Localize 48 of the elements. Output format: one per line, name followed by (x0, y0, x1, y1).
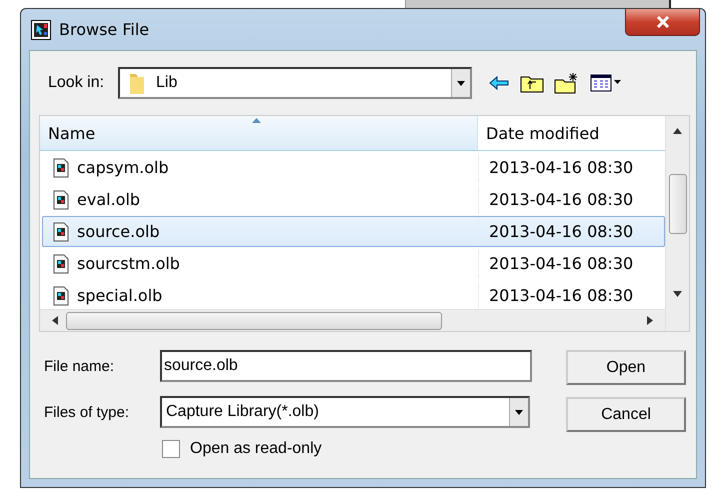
file-type-dropdown[interactable]: Capture Library(*.olb) (160, 396, 530, 428)
vertical-scrollbar[interactable] (665, 116, 689, 331)
scroll-left-icon[interactable] (52, 316, 58, 325)
file-row[interactable]: sourcstm.olb 2013-04-16 08:30 (42, 248, 665, 279)
new-folder-icon[interactable] (554, 72, 580, 94)
file-icon (53, 158, 69, 178)
file-name-label: File name: (44, 358, 116, 374)
file-type-label: Files of type: (44, 404, 130, 420)
date-modified: 2013-04-16 08:30 (489, 222, 634, 241)
file-name: eval.olb (77, 190, 140, 209)
file-icon (53, 254, 69, 274)
file-row[interactable]: eval.olb 2013-04-16 08:30 (42, 184, 665, 215)
close-button[interactable] (625, 9, 700, 36)
dialog-button[interactable]: Cancel (566, 397, 686, 432)
scroll-right-icon[interactable] (647, 316, 653, 325)
view-menu-icon[interactable] (590, 73, 622, 93)
file-row[interactable]: capsym.olb 2013-04-16 08:30 (42, 152, 665, 183)
column-header[interactable]: Name (40, 116, 478, 150)
file-name: source.olb (77, 222, 160, 241)
scroll-thumb[interactable] (66, 312, 442, 330)
sort-arrow-icon (252, 118, 261, 123)
file-icon (53, 222, 69, 242)
scroll-down-icon[interactable] (673, 291, 682, 297)
column-header[interactable]: Date modified (478, 116, 665, 150)
app-icon (31, 20, 51, 40)
file-name: sourcstm.olb (77, 254, 180, 273)
date-modified: 2013-04-16 08:30 (489, 190, 634, 209)
file-name-field[interactable]: source.olb (160, 350, 532, 382)
close-icon (656, 16, 670, 28)
date-modified: 2013-04-16 08:30 (489, 254, 634, 273)
back-arrow-icon[interactable] (488, 74, 510, 92)
file-name: special.olb (77, 286, 162, 305)
file-icon (53, 286, 69, 306)
file-row[interactable]: source.olb 2013-04-16 08:30 (42, 216, 665, 247)
window-title: Browse File (59, 20, 150, 39)
horizontal-scrollbar[interactable] (40, 309, 665, 331)
folder-icon (128, 71, 146, 95)
checkbox[interactable] (162, 440, 180, 458)
date-modified: 2013-04-16 08:30 (489, 158, 634, 177)
file-name: capsym.olb (77, 158, 169, 177)
look-in-dropdown[interactable]: Lib (118, 67, 472, 99)
file-icon (53, 190, 69, 210)
date-modified: 2013-04-16 08:30 (489, 286, 634, 305)
scroll-up-icon[interactable] (673, 128, 682, 134)
dialog-button[interactable]: Open (566, 350, 686, 385)
look-in-label: Look in: (48, 74, 106, 92)
scroll-thumb[interactable] (668, 174, 686, 234)
read-only-label: Open as read-only (190, 440, 322, 458)
